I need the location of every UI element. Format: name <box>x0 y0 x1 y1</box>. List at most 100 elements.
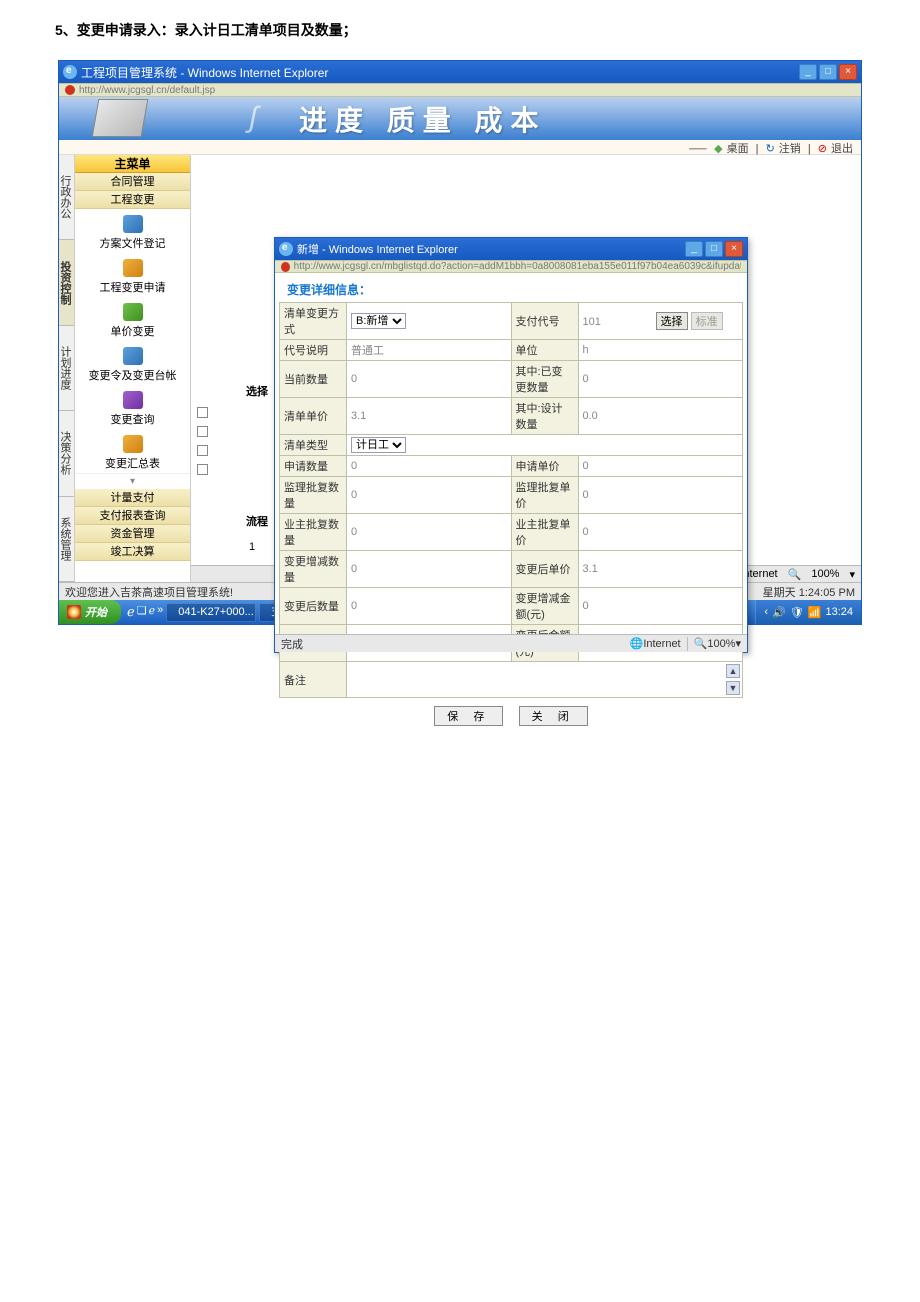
sup-price-input[interactable] <box>583 489 739 501</box>
changed-qty-input[interactable] <box>583 373 739 385</box>
vtab-invest[interactable]: 投资控制 <box>59 240 74 325</box>
vtab-analysis[interactable]: 决策分析 <box>59 411 74 496</box>
modal-title: 新增 - Windows Internet Explorer <box>297 241 458 257</box>
banner: ʃ 进度 质量 成本 <box>59 97 861 140</box>
label-changed-qty: 其中:已变更数量 <box>511 361 578 398</box>
tray-icon[interactable]: 🛡 <box>790 606 804 619</box>
after-qty-input[interactable] <box>351 600 507 612</box>
menu-sec-fund[interactable]: 资金管理 <box>75 525 190 543</box>
menu-item-change-summary[interactable]: 变更汇总表 <box>75 429 190 473</box>
start-button[interactable]: 开始 <box>59 600 121 624</box>
form-buttons: 保 存 关 闭 <box>279 698 743 734</box>
modal-close-button[interactable]: × <box>725 241 743 257</box>
close-button[interactable]: × <box>839 64 857 80</box>
delta-qty-input[interactable] <box>351 563 507 575</box>
remark-down-icon[interactable]: ▼ <box>726 681 740 695</box>
tray-icon[interactable]: 🔊 <box>772 606 786 619</box>
menu-sec-pay[interactable]: 计量支付 <box>75 489 190 507</box>
zoom-drop[interactable]: ▾ <box>735 637 741 650</box>
menu-item-change-apply[interactable]: 工程变更申请 <box>75 253 190 297</box>
quicklaunch-icon[interactable]: ❏ <box>137 604 147 620</box>
vtab-system[interactable]: 系统管理 <box>59 497 74 582</box>
owner-price-input[interactable] <box>583 526 739 538</box>
minimize-button[interactable]: _ <box>799 64 817 80</box>
modal-minimize-button[interactable]: _ <box>685 241 703 257</box>
main-ie-window: 工程项目管理系统 - Windows Internet Explorer _ □… <box>58 60 862 625</box>
tray-icon[interactable]: 📶 <box>808 606 822 619</box>
outer-zoom-icon: 🔍 <box>788 568 802 581</box>
label-sup-qty: 监理批复数量 <box>280 477 347 514</box>
main-addressbar: http://www.jcgsgl.cn/default.jsp <box>59 83 861 97</box>
owner-qty-input[interactable] <box>351 526 507 538</box>
checkbox[interactable] <box>197 426 208 437</box>
after-price-input[interactable] <box>583 563 739 575</box>
sup-qty-input[interactable] <box>351 489 507 501</box>
quicklaunch-more[interactable]: » <box>157 604 163 620</box>
zoom-icon: 🔍 <box>694 637 708 650</box>
modal-body: 变更详细信息： 清单变更方式 B:新增 支付代号 选择 标准 代号说明 单位 <box>275 273 747 738</box>
modal-zoom[interactable]: 100% <box>707 638 735 650</box>
checkbox[interactable] <box>197 464 208 475</box>
remark-up-icon[interactable]: ▲ <box>726 664 740 678</box>
menu-item-plan-reg[interactable]: 方案文件登记 <box>75 209 190 253</box>
label-remark: 备注 <box>280 662 347 698</box>
save-button[interactable]: 保 存 <box>434 706 503 726</box>
logout-link[interactable]: 注销 <box>779 143 801 155</box>
modal-statusbar: 完成 🌐 Internet 🔍100%▾ <box>275 634 747 652</box>
code-desc-input[interactable] <box>351 344 507 356</box>
desktop-link[interactable]: 桌面 <box>727 143 749 155</box>
list-price-input[interactable] <box>351 410 507 422</box>
menu-sec-contract[interactable]: 合同管理 <box>75 173 190 191</box>
vtab-plan[interactable]: 计划进度 <box>59 326 74 411</box>
table-icon <box>123 435 143 453</box>
menu-sec-final[interactable]: 竣工决算 <box>75 543 190 561</box>
close-form-button[interactable]: 关 闭 <box>519 706 588 726</box>
remark-input[interactable] <box>351 674 738 686</box>
apply-qty-input[interactable] <box>351 460 507 472</box>
cur-qty-input[interactable] <box>351 373 507 385</box>
outer-zoom[interactable]: 100% <box>811 568 839 580</box>
design-qty-input[interactable] <box>583 410 739 422</box>
cell-change-method: B:新增 <box>347 303 512 340</box>
modal-window: 新增 - Windows Internet Explorer _ □ × htt… <box>274 237 748 653</box>
change-method-select[interactable]: B:新增 <box>351 313 406 329</box>
pay-code-input[interactable] <box>583 316 653 328</box>
tray: ‹ 🔊 🛡 📶 13:24 <box>755 600 861 624</box>
tray-time: 13:24 <box>825 606 853 618</box>
menu-label: 方案文件登记 <box>100 238 166 250</box>
quicklaunch-icon[interactable]: ℯ <box>149 604 156 620</box>
book-icon <box>123 347 143 365</box>
menu-scroll-hint[interactable]: ▾ <box>75 473 190 489</box>
zoom-drop[interactable]: ▾ <box>849 568 855 581</box>
menu-item-change-ledger[interactable]: 变更令及变更台帐 <box>75 341 190 385</box>
tray-expand-icon[interactable]: ‹ <box>764 606 768 618</box>
favicon-icon <box>281 262 290 272</box>
modal-maximize-button[interactable]: □ <box>705 241 723 257</box>
unit-input[interactable] <box>583 344 739 356</box>
menu-sec-report[interactable]: 支付报表查询 <box>75 507 190 525</box>
main-title: 工程项目管理系统 - Windows Internet Explorer <box>81 64 328 81</box>
checkbox[interactable] <box>197 407 208 418</box>
label-design-qty: 其中:设计数量 <box>511 398 578 435</box>
label-owner-qty: 业主批复数量 <box>280 514 347 551</box>
chart-icon <box>123 303 143 321</box>
sep: | <box>808 143 811 155</box>
desktop-icon: ◆ <box>714 143 722 155</box>
select-button[interactable]: 选择 <box>656 312 688 330</box>
menu-item-change-query[interactable]: 变更查询 <box>75 385 190 429</box>
maximize-button[interactable]: □ <box>819 64 837 80</box>
delta-amt-input[interactable] <box>583 600 739 612</box>
vtab-admin[interactable]: 行政办公 <box>59 155 74 240</box>
menu-item-price-change[interactable]: 单价变更 <box>75 297 190 341</box>
taskbar-item[interactable]: 041-K27+000... <box>166 603 256 622</box>
label-list-price: 清单单价 <box>280 398 347 435</box>
quicklaunch-ie-icon[interactable]: ℯ <box>127 604 135 620</box>
menu-sec-change[interactable]: 工程变更 <box>75 191 190 209</box>
exit-link[interactable]: 退出 <box>831 143 853 155</box>
label-apply-price: 申请单价 <box>511 456 578 477</box>
checkbox[interactable] <box>197 445 208 456</box>
modal-url: http://www.jcgsgl.cn/mbglistqd.do?action… <box>294 261 741 272</box>
apply-price-input[interactable] <box>583 460 739 472</box>
list-type-select[interactable]: 计日工 <box>351 437 406 453</box>
label-change-method: 清单变更方式 <box>280 303 347 340</box>
